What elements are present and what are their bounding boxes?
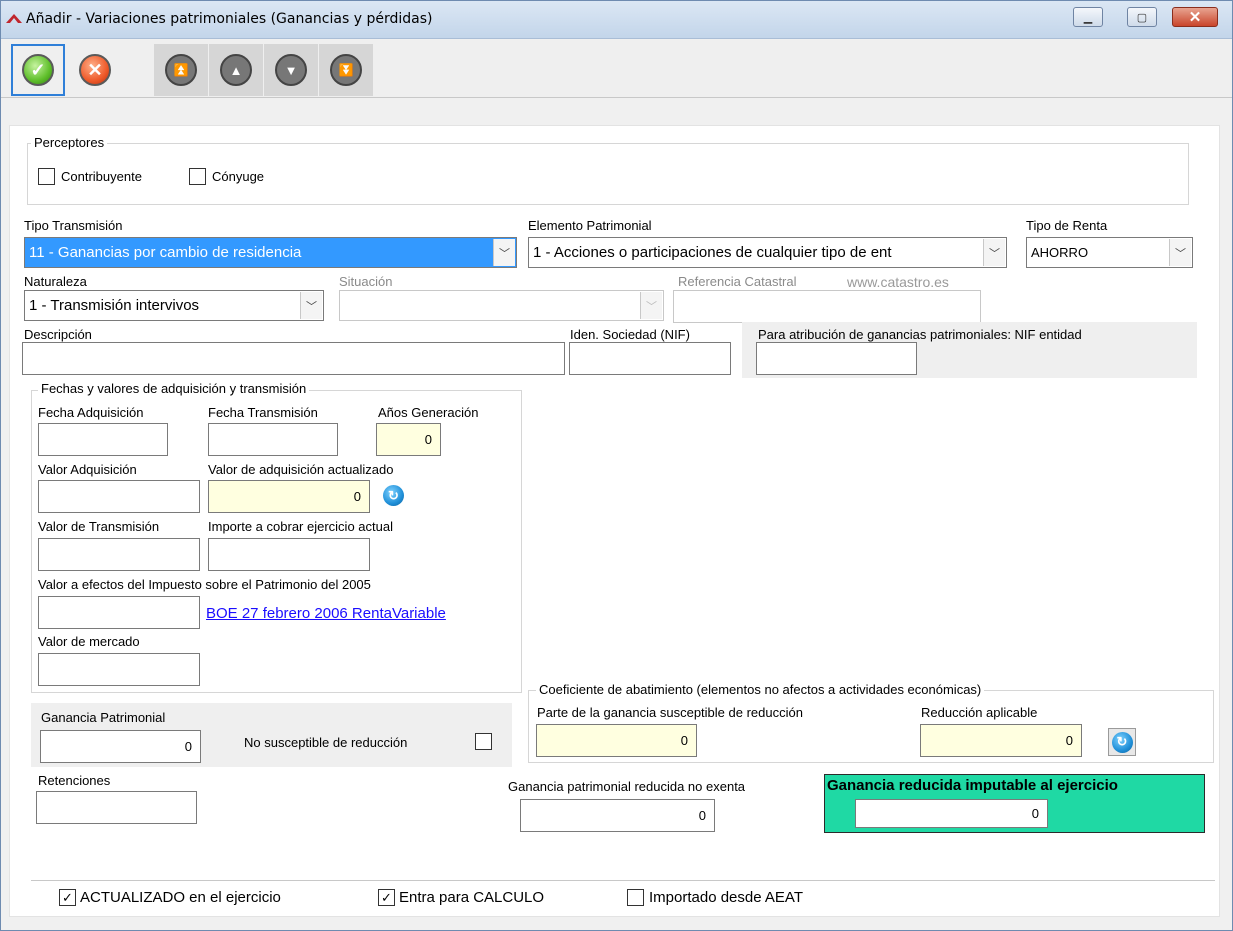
anos-generacion-input[interactable]: 0 — [376, 423, 441, 456]
fechas-legend: Fechas y valores de adquisición y transm… — [38, 381, 310, 396]
window-title: Añadir - Variaciones patrimoniales (Gana… — [26, 11, 433, 27]
referencia-catastral-input[interactable] — [673, 290, 981, 323]
up-arrow-icon: ▲ — [220, 54, 252, 86]
actualizado-checkbox[interactable]: ✓ — [59, 889, 76, 906]
no-susceptible-label: No susceptible de reducción — [244, 735, 408, 750]
valor-transmision-input[interactable] — [38, 538, 200, 571]
coeficiente-legend: Coeficiente de abatimiento (elementos no… — [536, 682, 985, 697]
tipo-transmision-label: Tipo Transmisión — [24, 218, 123, 233]
fecha-transmision-label: Fecha Transmisión — [208, 405, 318, 420]
valor-mercado-label: Valor de mercado — [38, 634, 140, 649]
catastro-link[interactable]: www.catastro.es — [847, 274, 949, 290]
tipo-renta-value: AHORRO — [1031, 245, 1089, 260]
minimize-button[interactable]: ▁ — [1073, 7, 1103, 27]
valor-adquisicion-label: Valor Adquisición — [38, 462, 137, 477]
down-arrow-icon: ▼ — [275, 54, 307, 86]
descripcion-label: Descripción — [24, 327, 92, 342]
next-record-button[interactable]: ▼ — [264, 44, 318, 96]
chevron-down-icon[interactable]: ﹀ — [983, 239, 1005, 266]
maximize-icon: ▢ — [1136, 11, 1148, 24]
perceptores-legend: Perceptores — [31, 135, 108, 150]
valor-patrimonio-input[interactable] — [38, 596, 200, 629]
conyuge-label: Cónyuge — [212, 169, 265, 184]
first-icon: ⏫ — [165, 54, 197, 86]
calculo-checkbox[interactable]: ✓ — [378, 889, 395, 906]
tipo-renta-select[interactable]: AHORRO ﹀ — [1026, 237, 1193, 268]
iden-sociedad-input[interactable] — [569, 342, 731, 375]
close-icon: ✕ — [1188, 9, 1202, 26]
parte-ganancia-label: Parte de la ganancia susceptible de redu… — [537, 705, 803, 720]
cancel-icon: ✕ — [79, 54, 111, 86]
refresh-reduccion-button[interactable]: ↻ — [1108, 728, 1136, 756]
tipo-transmision-select[interactable]: 11 - Ganancias por cambio de residencia … — [24, 237, 517, 268]
valor-adq-actualizado-input[interactable]: 0 — [208, 480, 370, 513]
importado-label: Importado desde AEAT — [649, 889, 803, 906]
actualizado-label: ACTUALIZADO en el ejercicio — [80, 889, 281, 906]
valor-transmision-label: Valor de Transmisión — [38, 519, 160, 534]
cancel-button[interactable]: ✕ — [69, 44, 121, 96]
naturaleza-label: Naturaleza — [24, 274, 87, 289]
importe-cobrar-input[interactable] — [208, 538, 370, 571]
ganancia-imputable-input[interactable]: 0 — [855, 799, 1048, 828]
fecha-adquisicion-input[interactable] — [38, 423, 168, 456]
refresh-valor-icon[interactable]: ↻ — [383, 485, 404, 506]
previous-record-button[interactable]: ▲ — [209, 44, 263, 96]
elemento-patrimonial-label: Elemento Patrimonial — [528, 218, 652, 233]
chevron-down-icon[interactable]: ﹀ — [1169, 239, 1191, 266]
conyuge-checkbox[interactable] — [189, 168, 206, 185]
accept-button[interactable]: ✓ — [11, 44, 65, 96]
situacion-select[interactable]: ﹀ — [339, 290, 664, 321]
boe-link[interactable]: BOE 27 febrero 2006 RentaVariable — [206, 605, 446, 622]
valor-mercado-input[interactable] — [38, 653, 200, 686]
elemento-patrimonial-select[interactable]: 1 - Acciones o participaciones de cualqu… — [528, 237, 1007, 268]
atribucion-nif-input[interactable] — [756, 342, 917, 375]
situacion-label: Situación — [339, 274, 393, 289]
fecha-adquisicion-label: Fecha Adquisición — [38, 405, 144, 420]
importado-checkbox[interactable] — [627, 889, 644, 906]
last-icon: ⏬ — [330, 54, 362, 86]
naturaleza-select[interactable]: 1 - Transmisión intervivos ﹀ — [24, 290, 324, 321]
check-icon: ✓ — [22, 54, 54, 86]
contribuyente-checkbox[interactable] — [38, 168, 55, 185]
elemento-patrimonial-value: 1 - Acciones o participaciones de cualqu… — [533, 244, 892, 261]
importe-cobrar-label: Importe a cobrar ejercicio actual — [208, 519, 393, 534]
reduccion-aplicable-input[interactable]: 0 — [920, 724, 1082, 757]
ganancia-imputable-label: Ganancia reducida imputable al ejercicio — [827, 777, 1118, 794]
atribucion-label: Para atribución de ganancias patrimonial… — [758, 327, 1082, 342]
ganancia-reducida-no-exenta-label: Ganancia patrimonial reducida no exenta — [508, 779, 746, 794]
anos-generacion-label: Años Generación — [378, 405, 479, 420]
tipo-renta-label: Tipo de Renta — [1026, 218, 1108, 233]
chevron-down-icon[interactable]: ﹀ — [300, 292, 322, 319]
close-button[interactable]: ✕ — [1172, 7, 1218, 27]
valor-patrimonio-label: Valor a efectos del Impuesto sobre el Pa… — [38, 577, 371, 592]
footer-divider — [31, 880, 1215, 881]
no-susceptible-checkbox[interactable] — [475, 733, 492, 750]
chevron-down-icon[interactable]: ﹀ — [640, 292, 662, 319]
ganancia-reducida-no-exenta-input[interactable]: 0 — [520, 799, 715, 832]
retenciones-input[interactable] — [36, 791, 197, 824]
retenciones-label: Retenciones — [38, 773, 111, 788]
fecha-transmision-input[interactable] — [208, 423, 338, 456]
valor-adquisicion-input[interactable] — [38, 480, 200, 513]
calculo-label: Entra para CALCULO — [399, 889, 545, 906]
naturaleza-value: 1 - Transmisión intervivos — [29, 297, 200, 314]
referencia-catastral-label: Referencia Catastral — [678, 274, 797, 289]
maximize-button[interactable]: ▢ — [1127, 7, 1157, 27]
valor-adq-actualizado-label: Valor de adquisición actualizado — [208, 462, 394, 477]
tipo-transmision-value: 11 - Ganancias por cambio de residencia — [29, 244, 302, 261]
last-record-button[interactable]: ⏬ — [319, 44, 373, 96]
reduccion-aplicable-label: Reducción aplicable — [921, 705, 1038, 720]
refresh-icon: ↻ — [1111, 731, 1133, 753]
descripcion-input[interactable] — [22, 342, 565, 375]
first-record-button[interactable]: ⏫ — [154, 44, 208, 96]
minimize-icon: ▁ — [1083, 11, 1093, 24]
app-logo-icon — [6, 12, 22, 24]
parte-ganancia-input[interactable]: 0 — [536, 724, 697, 757]
ganancia-patrimonial-input[interactable]: 0 — [40, 730, 201, 763]
contribuyente-label: Contribuyente — [61, 169, 142, 184]
ganancia-patrimonial-label: Ganancia Patrimonial — [41, 710, 166, 725]
chevron-down-icon[interactable]: ﹀ — [493, 239, 515, 266]
iden-sociedad-label: Iden. Sociedad (NIF) — [570, 327, 690, 342]
